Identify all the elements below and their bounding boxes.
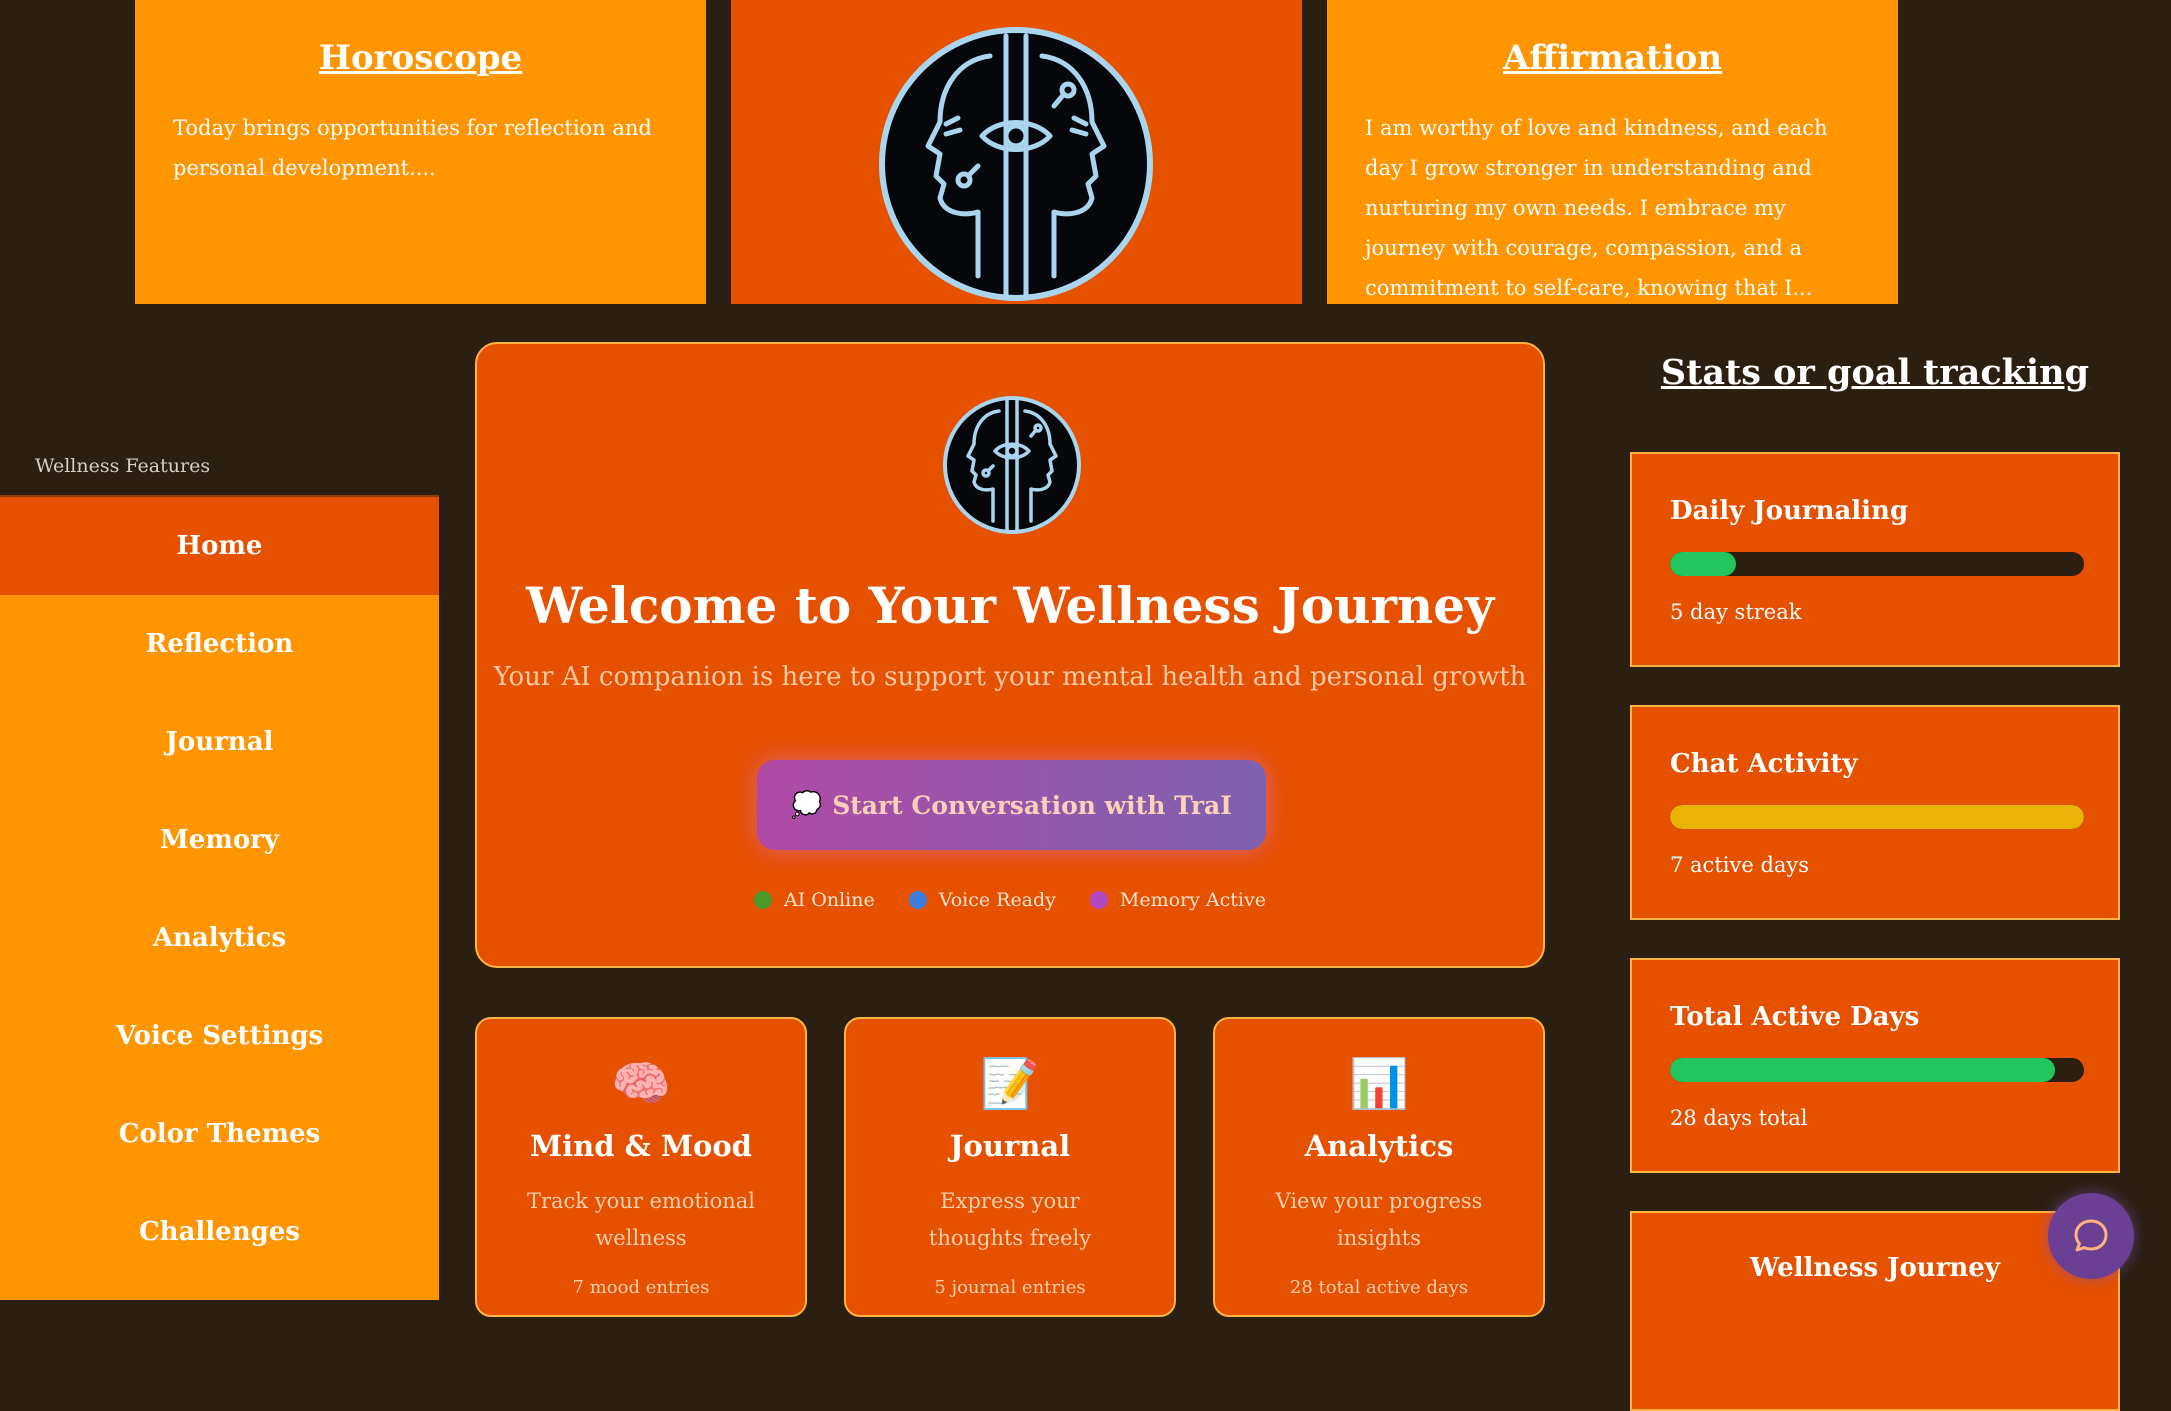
stat-text: 28 days total	[1670, 1106, 1808, 1130]
status-dot	[1089, 891, 1108, 909]
status-label: Memory Active	[1119, 889, 1266, 911]
stat-text: 5 day streak	[1670, 600, 1802, 624]
chat-bubble-icon	[2074, 1219, 2108, 1252]
feature-desc: Express your thoughts freely	[928, 1189, 1092, 1250]
sidebar-label: Wellness Features	[35, 455, 211, 477]
progress-bar	[1670, 1058, 2084, 1082]
affirmation-text: I am worthy of love and kindness, and ea…	[1365, 116, 1828, 300]
status-memory-active: Memory Active	[1089, 889, 1266, 911]
stat-title: Total Active Days	[1670, 1002, 1920, 1032]
progress-fill	[1670, 805, 2084, 829]
sidebar-item-reflection[interactable]: Reflection	[0, 595, 439, 693]
welcome-title: Welcome to Your Wellness Journey	[525, 576, 1495, 635]
feature-title: Journal	[949, 1129, 1071, 1163]
start-conversation-button[interactable]: 💭 Start Conversation with TraI	[757, 760, 1266, 850]
sidebar-item-analytics[interactable]: Analytics	[0, 889, 439, 987]
feature-card-analytics[interactable]: 📊 Analytics View your progress insights …	[1213, 1017, 1545, 1317]
affirmation-card: Affirmation I am worthy of love and kind…	[1327, 0, 1898, 304]
feature-extra: 7 mood entries	[572, 1277, 710, 1298]
welcome-panel: Welcome to Your Wellness Journey Your AI…	[475, 342, 1545, 968]
status-row: AI Online Voice Ready Memory Active	[477, 889, 1543, 911]
logo-card	[731, 0, 1302, 304]
stat-title: Chat Activity	[1670, 749, 1858, 779]
stat-card-wellness-journey: Wellness Journey	[1630, 1211, 2120, 1411]
start-conversation-label: Start Conversation with TraI	[832, 790, 1232, 820]
feature-extra: 5 journal entries	[934, 1277, 1086, 1298]
stat-title: Daily Journaling	[1670, 496, 1909, 526]
status-dot	[908, 891, 927, 909]
sidebar-item-voice-settings[interactable]: Voice Settings	[0, 987, 439, 1085]
dual-face-mind-logo-icon	[943, 396, 1081, 534]
sidebar-item-memory[interactable]: Memory	[0, 791, 439, 889]
progress-fill	[1670, 552, 1737, 576]
sidebar-item-journal[interactable]: Journal	[0, 693, 439, 791]
progress-fill	[1670, 1058, 2056, 1082]
horoscope-text: Today brings opportunities for reflectio…	[173, 116, 652, 180]
horoscope-card: Horoscope Today brings opportunities for…	[135, 0, 706, 304]
thought-bubble-icon: 💭	[791, 790, 823, 819]
status-ai-online: AI Online	[754, 889, 875, 911]
stat-title: Wellness Journey	[1750, 1253, 2000, 1283]
feature-card-journal[interactable]: 📝 Journal Express your thoughts freely 5…	[844, 1017, 1176, 1317]
sidebar-item-color-themes[interactable]: Color Themes	[0, 1085, 439, 1183]
affirmation-title: Affirmation	[1502, 38, 1723, 78]
bar-chart-icon: 📊	[1349, 1056, 1409, 1112]
feature-extra: 28 total active days	[1289, 1277, 1469, 1298]
sidebar-nav: Home Reflection Journal Memory Analytics…	[0, 495, 439, 1300]
feature-card-mind-mood[interactable]: 🧠 Mind & Mood Track your emotional welln…	[475, 1017, 807, 1317]
feature-title: Analytics	[1304, 1129, 1454, 1163]
stats-heading: Stats or goal tracking	[1660, 352, 2090, 393]
sidebar-item-home[interactable]: Home	[0, 497, 439, 595]
feature-desc: Track your emotional wellness	[526, 1189, 756, 1250]
horoscope-title: Horoscope	[318, 38, 523, 78]
welcome-subtitle: Your AI companion is here to support you…	[493, 662, 1527, 692]
chat-fab-button[interactable]	[2048, 1193, 2134, 1279]
stat-card-daily-journaling: Daily Journaling 5 day streak	[1630, 452, 2120, 667]
status-dot	[754, 891, 772, 909]
feature-title: Mind & Mood	[530, 1129, 752, 1163]
brain-icon: 🧠	[611, 1056, 671, 1112]
sidebar-item-challenges[interactable]: Challenges	[0, 1183, 439, 1281]
status-voice-ready: Voice Ready	[908, 889, 1056, 911]
dual-face-mind-logo-icon	[879, 27, 1153, 301]
memo-icon: 📝	[980, 1056, 1040, 1112]
stat-card-total-active-days: Total Active Days 28 days total	[1630, 958, 2120, 1173]
status-label: Voice Ready	[938, 889, 1056, 911]
status-label: AI Online	[784, 889, 875, 911]
stat-text: 7 active days	[1670, 853, 1810, 877]
progress-bar	[1670, 805, 2084, 829]
progress-bar	[1670, 552, 2084, 576]
feature-desc: View your progress insights	[1275, 1189, 1483, 1250]
stat-card-chat-activity: Chat Activity 7 active days	[1630, 705, 2120, 920]
